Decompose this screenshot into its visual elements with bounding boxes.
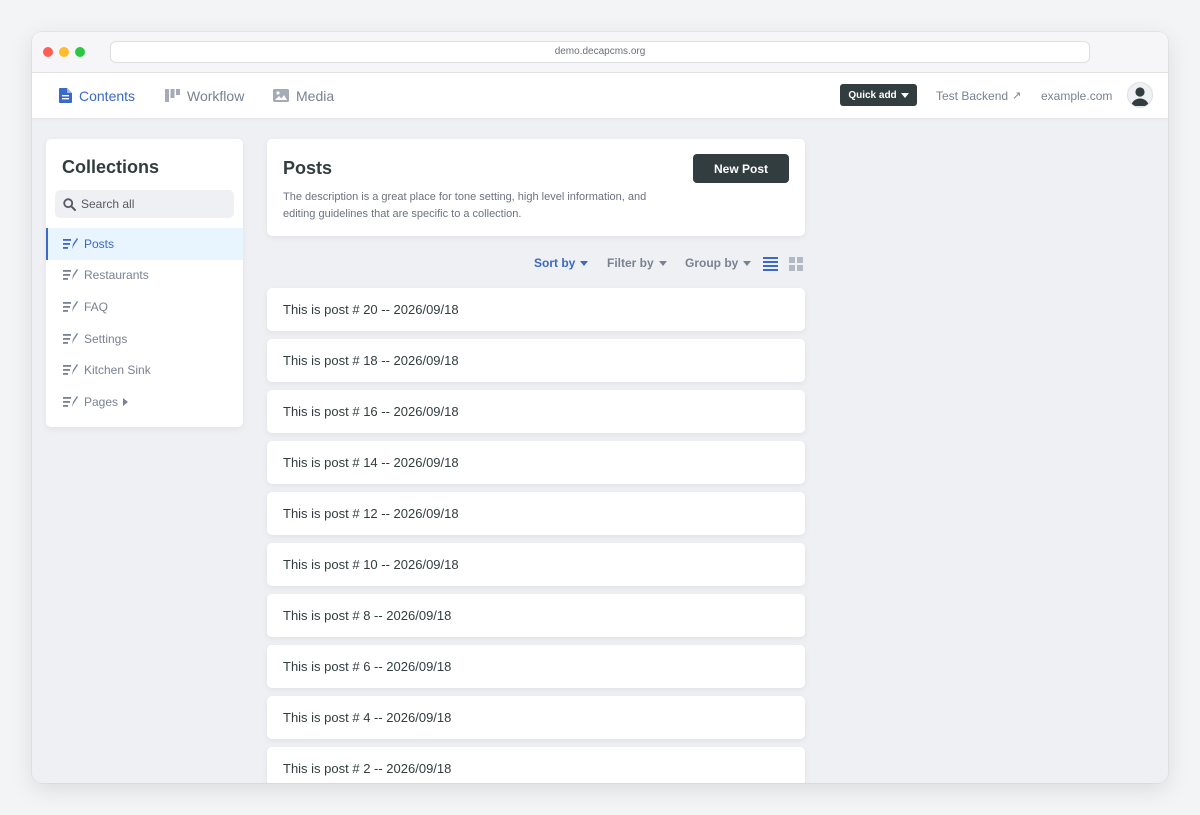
document-icon [59,88,72,103]
list-item[interactable]: This is post # 14 -- 2026/09/18 [267,441,805,484]
tab-contents[interactable]: Contents [59,73,135,118]
collections-sidebar: Collections Posts Restaurants FAQ [46,139,243,427]
list-item[interactable]: This is post # 16 -- 2026/09/18 [267,390,805,433]
sidebar-item-settings[interactable]: Settings [46,323,243,355]
sidebar-item-restaurants[interactable]: Restaurants [46,260,243,292]
sidebar-item-label: Settings [84,331,128,346]
list-item[interactable]: This is post # 20 -- 2026/09/18 [267,288,805,331]
caret-down-icon [743,260,752,266]
chevron-right-icon[interactable] [123,397,129,406]
caret-down-icon [900,92,909,98]
collection-description: The description is a great place for ton… [283,191,647,220]
tab-workflow[interactable]: Workflow [165,73,244,118]
filter-by-label: Filter by [607,256,654,270]
list-item[interactable]: This is post # 12 -- 2026/09/18 [267,492,805,535]
tab-workflow-label: Workflow [187,87,245,104]
sidebar-item-kitchen-sink[interactable]: Kitchen Sink [46,354,243,386]
list-item[interactable]: This is post # 8 -- 2026/09/18 [267,594,805,637]
quick-add-label: Quick add [848,89,897,101]
tab-media-label: Media [296,87,335,104]
sidebar-item-label: FAQ [84,299,109,314]
search-input[interactable] [81,197,221,211]
collection-icon [63,269,78,281]
browser-window: demo.decapcms.org Contents Workflow Medi… [32,32,1168,783]
group-by-dropdown[interactable]: Group by [685,253,752,273]
search-box[interactable] [55,190,234,218]
list-item[interactable]: This is post # 18 -- 2026/09/18 [267,339,805,382]
list-item[interactable]: This is post # 4 -- 2026/09/18 [267,696,805,739]
collection-header: Posts The description is a great place f… [267,139,805,236]
collections-list: Posts Restaurants FAQ Settings Kitchen S… [46,228,243,418]
test-backend-link[interactable]: Test Backend ↗ [936,73,1021,118]
minimize-window-button[interactable] [59,47,69,57]
address-bar[interactable]: demo.decapcms.org [110,41,1090,63]
collection-icon [63,395,78,407]
search-icon [63,197,76,211]
user-icon [1131,87,1149,106]
collection-icon [63,364,78,376]
sidebar-item-posts[interactable]: Posts [46,228,243,260]
collection-icon [63,300,78,312]
site-link[interactable]: example.com [1041,73,1112,118]
collection-icon [63,332,78,344]
media-icon [273,89,289,102]
group-by-label: Group by [685,256,739,270]
sidebar-item-label: Posts [84,236,115,251]
tab-media[interactable]: Media [273,73,334,118]
sidebar-item-faq[interactable]: FAQ [46,291,243,323]
list-item[interactable]: This is post # 10 -- 2026/09/18 [267,543,805,586]
list-item[interactable]: This is post # 2 -- 2026/09/18 [267,747,805,783]
quick-add-button[interactable]: Quick add [840,84,917,106]
sort-by-label: Sort by [534,256,576,270]
maximize-window-button[interactable] [75,47,85,57]
list-view-icon[interactable] [763,257,778,271]
sidebar-title: Collections [62,157,160,177]
tab-contents-label: Contents [79,87,136,104]
grid-view-icon[interactable] [789,257,803,271]
avatar[interactable] [1127,82,1153,108]
list-item[interactable]: This is post # 6 -- 2026/09/18 [267,645,805,688]
workflow-icon [165,89,180,102]
external-link-icon: ↗ [1012,90,1022,102]
close-window-button[interactable] [43,47,53,57]
new-post-button[interactable]: New Post [693,154,789,183]
sidebar-item-pages[interactable]: Pages [46,386,243,418]
caret-down-icon [580,260,589,266]
entries-list: This is post # 20 -- 2026/09/18 This is … [267,288,805,783]
sidebar-item-label: Kitchen Sink [84,363,151,378]
page-title: Posts [283,158,333,178]
collection-icon [63,237,78,249]
app-header: Contents Workflow Media Quick add Test B… [32,73,1168,118]
filter-by-dropdown[interactable]: Filter by [607,253,667,273]
sidebar-item-label: Restaurants [84,268,149,283]
browser-chrome: demo.decapcms.org [32,32,1168,73]
sidebar-item-label: Pages [84,394,119,409]
sort-by-dropdown[interactable]: Sort by [534,253,589,273]
caret-down-icon [658,260,667,266]
test-backend-label: Test Backend [936,88,1009,103]
